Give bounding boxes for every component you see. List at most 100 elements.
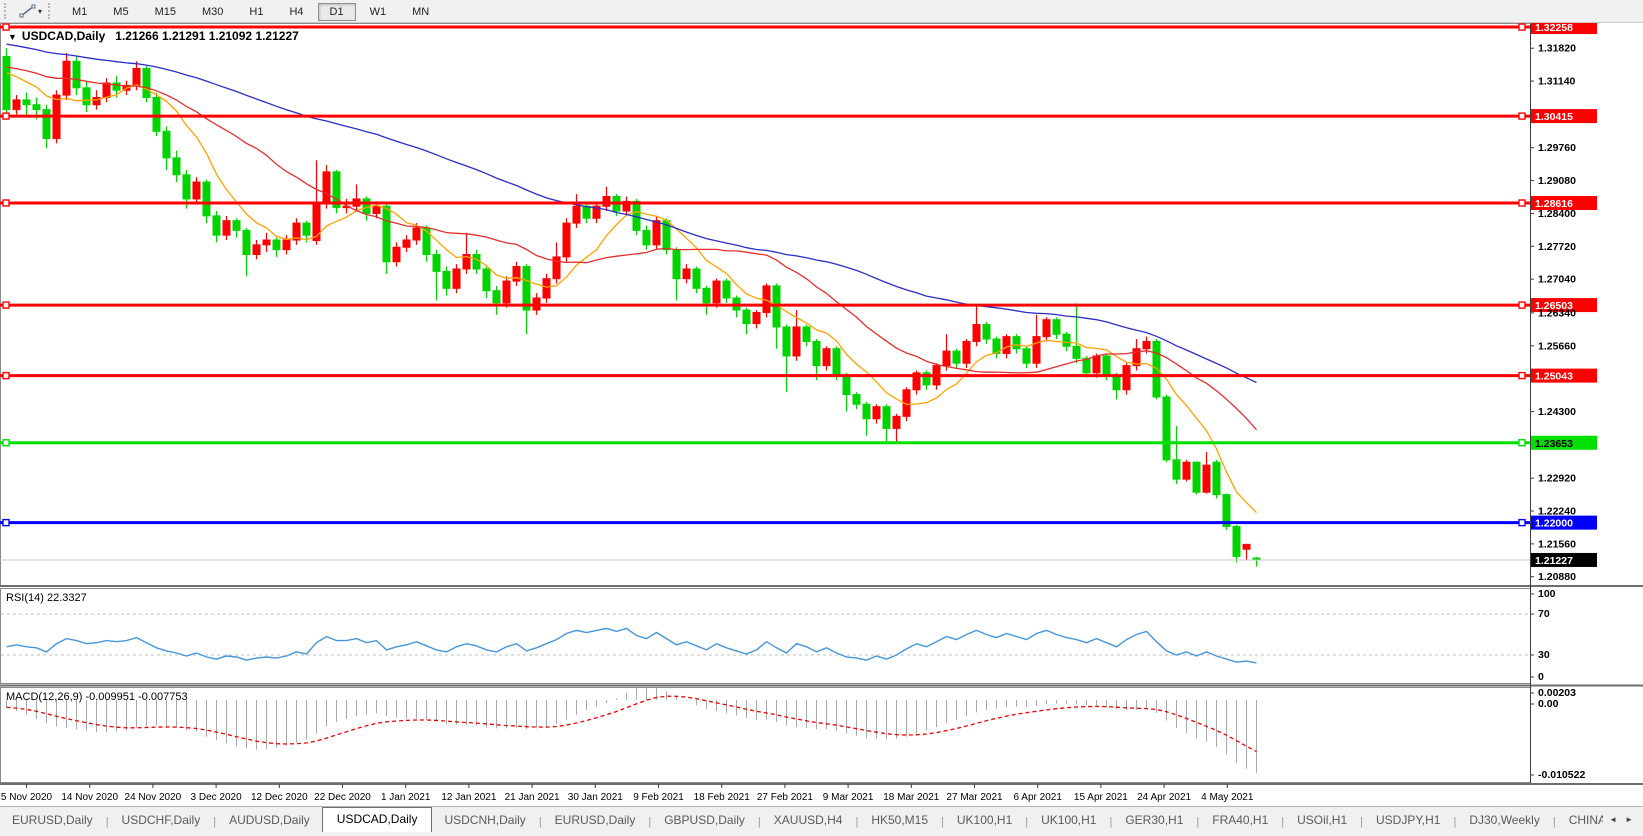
candle-body bbox=[943, 351, 950, 365]
date-axis-label: 18 Mar 2021 bbox=[883, 792, 940, 803]
candle-body bbox=[1203, 465, 1210, 492]
hline-handle[interactable] bbox=[3, 440, 9, 446]
timeframe-button-w1[interactable]: W1 bbox=[358, 3, 399, 21]
hline-handle[interactable] bbox=[1519, 520, 1525, 526]
hline-price-label: 1.30415 bbox=[1535, 111, 1573, 123]
tab-eurusd-daily[interactable]: EURUSD,Daily bbox=[543, 809, 648, 832]
hline-handle[interactable] bbox=[3, 200, 9, 206]
tab-ger30-h1[interactable]: GER30,H1 bbox=[1113, 809, 1195, 832]
candle-body bbox=[273, 240, 280, 250]
hline-handle[interactable] bbox=[1519, 373, 1525, 379]
tab-usoil-h1[interactable]: USOil,H1 bbox=[1285, 809, 1359, 832]
date-axis-label: 14 Nov 2020 bbox=[61, 792, 118, 803]
timeframe-button-m30[interactable]: M30 bbox=[190, 3, 235, 21]
tab-usdcnh-daily[interactable]: USDCNH,Daily bbox=[432, 809, 537, 832]
hline-handle[interactable] bbox=[3, 113, 9, 119]
candle-body bbox=[203, 182, 210, 216]
candle-body bbox=[583, 206, 590, 218]
candle-body bbox=[1123, 366, 1130, 390]
date-axis-label: 9 Feb 2021 bbox=[633, 792, 684, 803]
candle-body bbox=[713, 281, 720, 303]
timeframe-button-m1[interactable]: M1 bbox=[60, 3, 99, 21]
hline-handle[interactable] bbox=[1519, 440, 1525, 446]
toolbar-grip-2[interactable] bbox=[48, 3, 54, 19]
tab-usdcad-daily[interactable]: USDCAD,Daily bbox=[322, 807, 433, 832]
mt4-terminal-window: { "toolbar": { "tool_icon": "trendline-t… bbox=[0, 0, 1643, 836]
candle-body bbox=[603, 197, 610, 207]
timeframe-button-h1[interactable]: H1 bbox=[237, 3, 275, 21]
candle-body bbox=[563, 223, 570, 257]
candle-body bbox=[363, 199, 370, 213]
candle-body bbox=[503, 281, 510, 303]
tab-xauusd-h4[interactable]: XAUUSD,H4 bbox=[762, 809, 855, 832]
toolbar-grip[interactable] bbox=[4, 3, 10, 19]
tab-uk100-h1[interactable]: UK100,H1 bbox=[1029, 809, 1108, 832]
timeframe-button-m5[interactable]: M5 bbox=[101, 3, 140, 21]
one-click-expander-icon[interactable]: ▼ bbox=[8, 32, 17, 42]
candle-body bbox=[1243, 544, 1250, 549]
candle-body bbox=[43, 110, 50, 139]
hline-handle[interactable] bbox=[3, 520, 9, 526]
timeframe-button-d1[interactable]: D1 bbox=[318, 3, 356, 21]
trendline-tool-icon[interactable] bbox=[19, 3, 37, 19]
price-axis-label: 1.25660 bbox=[1538, 340, 1576, 352]
date-axis-label: 27 Feb 2021 bbox=[757, 792, 814, 803]
candle-body bbox=[703, 288, 710, 302]
tab-uk100-h1[interactable]: UK100,H1 bbox=[945, 809, 1024, 832]
price-axis-label: 1.24300 bbox=[1538, 406, 1576, 418]
rsi-indicator-label: RSI(14) 22.3327 bbox=[6, 592, 87, 604]
candle-body bbox=[213, 216, 220, 235]
hline-handle[interactable] bbox=[3, 302, 9, 308]
candle-body bbox=[963, 341, 970, 363]
candle-body bbox=[383, 206, 390, 262]
tool-dropdown-caret-icon[interactable]: ▾ bbox=[38, 7, 42, 16]
candle-body bbox=[673, 250, 680, 279]
price-chart-canvas[interactable]: 1.322581.304151.286161.265031.250431.236… bbox=[0, 23, 1643, 806]
candle-body bbox=[263, 240, 270, 245]
date-axis-label: 24 Apr 2021 bbox=[1137, 792, 1191, 803]
hline-handle[interactable] bbox=[1519, 24, 1525, 30]
tab-gbpusd-daily[interactable]: GBPUSD,Daily bbox=[652, 809, 757, 832]
hline-handle[interactable] bbox=[1519, 113, 1525, 119]
candle-body bbox=[793, 327, 800, 356]
tab-audusd-daily[interactable]: AUDUSD,Daily bbox=[217, 809, 322, 832]
tab-scroll-arrows: ◄ ► bbox=[1603, 807, 1643, 832]
hline-handle[interactable] bbox=[1519, 200, 1525, 206]
candle-body bbox=[323, 172, 330, 203]
tab-eurusd-daily[interactable]: EURUSD,Daily bbox=[0, 809, 105, 832]
tab-hk50-m15[interactable]: HK50,M15 bbox=[859, 809, 940, 832]
timeframe-button-m15[interactable]: M15 bbox=[143, 3, 188, 21]
rsi-axis-label: 0 bbox=[1538, 671, 1544, 683]
date-axis-label: 5 Nov 2020 bbox=[1, 792, 53, 803]
price-axis-label: 1.22920 bbox=[1538, 473, 1576, 485]
tab-fra40-h1[interactable]: FRA40,H1 bbox=[1200, 809, 1280, 832]
candle-body bbox=[3, 56, 10, 109]
hline-handle[interactable] bbox=[3, 373, 9, 379]
candle-body bbox=[73, 61, 80, 88]
hline-price-label: 1.22000 bbox=[1535, 518, 1573, 530]
tab-scroll-left-icon[interactable]: ◄ bbox=[1605, 815, 1621, 824]
tab-dj30-weekly[interactable]: DJ30,Weekly bbox=[1457, 809, 1551, 832]
candle-body bbox=[253, 245, 260, 255]
candle-body bbox=[1143, 341, 1150, 348]
hline-handle[interactable] bbox=[1519, 302, 1525, 308]
timeframe-button-mn[interactable]: MN bbox=[400, 3, 441, 21]
tab-scroll-right-icon[interactable]: ► bbox=[1621, 815, 1637, 824]
timeframe-button-h4[interactable]: H4 bbox=[277, 3, 315, 21]
tab-usdjpy-h1[interactable]: USDJPY,H1 bbox=[1364, 809, 1452, 832]
candle-body bbox=[1113, 375, 1120, 389]
candle-body bbox=[983, 325, 990, 339]
candle-body bbox=[223, 221, 230, 235]
candle-body bbox=[433, 254, 440, 271]
price-axis-label: 1.21560 bbox=[1538, 538, 1576, 550]
tab-china300-h1[interactable]: CHINA300,H1 bbox=[1557, 809, 1603, 832]
candle-body bbox=[1053, 320, 1060, 334]
candle-body bbox=[1083, 358, 1090, 372]
candle-body bbox=[1003, 337, 1010, 354]
candle-body bbox=[83, 88, 90, 105]
candle-body bbox=[103, 83, 110, 97]
candle-body bbox=[1063, 334, 1070, 346]
date-axis-label: 21 Jan 2021 bbox=[505, 792, 560, 803]
tab-usdchf-daily[interactable]: USDCHF,Daily bbox=[110, 809, 213, 832]
candle-body bbox=[683, 269, 690, 279]
